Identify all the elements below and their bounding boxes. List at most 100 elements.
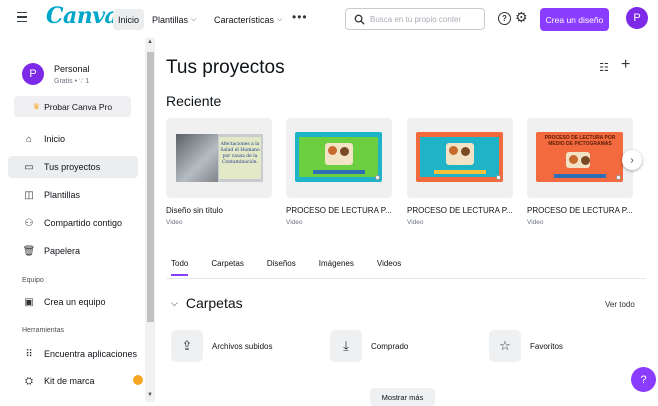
tab-videos[interactable]: Videos [377, 259, 401, 276]
tab-imagenes[interactable]: Imágenes [319, 259, 354, 276]
list-view-icon[interactable]: ☷ [599, 61, 609, 74]
select-circle-icon[interactable] [616, 175, 621, 180]
nav-inicio[interactable]: Inicio [113, 9, 145, 30]
design-thumbnail[interactable] [407, 118, 513, 198]
slide-background [420, 137, 499, 177]
team-icon: ▣ [24, 296, 34, 308]
crown-icon: ♛ [32, 102, 41, 111]
chevron-down-icon: ⌵ [277, 15, 283, 23]
tab-todo[interactable]: Todo [171, 259, 189, 276]
menu-icon[interactable] [17, 12, 27, 22]
slide-background [299, 137, 378, 177]
avatar[interactable]: P [626, 7, 648, 29]
filter-tabs: Todo Carpetas Diseños Imágenes Videos [171, 259, 424, 276]
nav-plantillas[interactable]: Plantillas ⌵ [147, 9, 201, 30]
sidebar-item-label: Tus proyectos [44, 162, 101, 172]
folder-label: Archivos subidos [212, 341, 273, 351]
sidebar-item-compartido[interactable]: ⚇ Compartido contigo [8, 212, 138, 234]
nav-caracteristicas-label: Características [214, 14, 275, 25]
slide-caption-bar [434, 170, 486, 174]
templates-icon: ◫ [24, 189, 34, 201]
chevron-down-icon: ⌵ [191, 15, 197, 23]
folder-item[interactable]: ☆ Favoritos [489, 330, 563, 362]
carousel-next-button[interactable]: › [622, 150, 642, 170]
design-card[interactable]: PROCESO DE LECTURA POR MEDIO DE PICTOGRA… [527, 118, 633, 226]
select-circle-icon[interactable] [496, 175, 501, 180]
card-title[interactable]: Diseño sin título [166, 206, 272, 215]
home-icon: ⌂ [25, 133, 33, 145]
canva-logo[interactable]: Canva [46, 3, 119, 29]
design-card[interactable]: PROCESO DE LECTURA P... Video [286, 118, 392, 226]
slide-caption-bar [313, 170, 365, 174]
page-title: Tus proyectos [166, 57, 285, 78]
sidebar-item-inicio[interactable]: ⌂ Inicio [8, 128, 138, 150]
profile-switcher[interactable]: P Personal Gratis • ∵ 1 [22, 63, 90, 85]
sidebar-item-tus-proyectos[interactable]: ▭ Tus proyectos [8, 156, 138, 178]
folders-section-toggle[interactable]: ⌵ Carpetas [171, 295, 243, 311]
chevron-down-icon: ⌵ [171, 297, 178, 308]
profile-avatar: P [22, 63, 44, 85]
slide-illustration [566, 152, 590, 168]
folder-item[interactable]: ⇪ Archivos subidos [171, 330, 272, 362]
search-box[interactable] [345, 8, 485, 30]
scroll-down-arrow-icon[interactable]: ▼ [147, 392, 153, 398]
profile-plan: Gratis • ∵ 1 [54, 77, 90, 85]
select-circle-icon[interactable] [375, 175, 380, 180]
card-title[interactable]: PROCESO DE LECTURA P... [527, 206, 633, 215]
brand-kit-icon: ⛭ [25, 375, 33, 387]
recent-heading: Reciente [166, 93, 222, 109]
question-icon: ? [640, 373, 647, 386]
nav-caracteristicas[interactable]: Características ⌵ [209, 9, 287, 30]
design-thumbnail[interactable]: Afectaciones a la Salud el Humano por ca… [166, 118, 272, 198]
card-type: Video [166, 219, 183, 226]
tab-disenos[interactable]: Diseños [267, 259, 296, 276]
view-all-link[interactable]: Ver todo [605, 300, 635, 309]
try-pro-button[interactable]: ♛ Probar Canva Pro [14, 96, 131, 117]
sidebar-item-label: Crea un equipo [44, 297, 106, 307]
shared-users-icon: ⚇ [24, 217, 34, 229]
top-bar: Canva Inicio Plantillas ⌵ Característica… [0, 0, 658, 38]
help-icon[interactable]: ? [498, 12, 511, 25]
card-type: Video [286, 219, 303, 226]
slide-illustration [325, 143, 353, 165]
sidebar-item-label: Encuentra aplicaciones [44, 349, 138, 359]
folder-icon: ▭ [24, 161, 34, 173]
sidebar-item-aplicaciones[interactable]: ⠿ Encuentra aplicaciones [8, 343, 138, 365]
sidebar-item-label: Papelera [44, 246, 81, 256]
slide-text: Afectaciones a la Salud el Humano por ca… [219, 137, 261, 179]
section-label-equipo: Equipo [22, 277, 44, 284]
slide-illustration [446, 143, 474, 165]
download-icon: ⤓ [330, 330, 362, 362]
folders-heading: Carpetas [185, 295, 243, 311]
card-type: Video [407, 219, 424, 226]
show-more-button[interactable]: Mostrar más [370, 388, 435, 406]
tabs-divider [166, 278, 646, 279]
design-card[interactable]: PROCESO DE LECTURA P... Video [407, 118, 513, 226]
profile-name: Personal [54, 63, 90, 74]
design-thumbnail[interactable] [286, 118, 392, 198]
sidebar-item-kit-marca[interactable]: ⛭ Kit de marca [8, 370, 138, 392]
scroll-up-arrow-icon[interactable]: ▲ [147, 39, 153, 45]
sidebar-item-plantillas[interactable]: ◫ Plantillas [8, 184, 138, 206]
pro-badge [133, 375, 143, 385]
upload-cloud-icon: ⇪ [171, 330, 203, 362]
add-icon[interactable]: + [621, 56, 630, 74]
gear-icon[interactable]: ⚙ [515, 9, 528, 26]
help-chat-button[interactable]: ? [631, 367, 656, 392]
create-design-button[interactable]: Crea un diseño [540, 8, 609, 31]
more-options-icon[interactable]: ••• [292, 10, 308, 24]
sidebar-scroll-thumb[interactable] [147, 52, 154, 322]
try-pro-label: Probar Canva Pro [44, 101, 113, 112]
slide-text: PROCESO DE LECTURA POR MEDIO DE PICTOGRA… [544, 135, 616, 147]
tab-carpetas[interactable]: Carpetas [211, 259, 243, 276]
folder-item[interactable]: ⤓ Comprado [330, 330, 408, 362]
card-type: Video [527, 219, 544, 226]
card-title[interactable]: PROCESO DE LECTURA P... [407, 206, 513, 215]
search-input[interactable] [370, 14, 482, 24]
sidebar-item-crea-equipo[interactable]: ▣ Crea un equipo [8, 291, 138, 313]
design-thumbnail[interactable]: PROCESO DE LECTURA POR MEDIO DE PICTOGRA… [527, 118, 633, 198]
design-card[interactable]: Afectaciones a la Salud el Humano por ca… [166, 118, 272, 226]
sidebar-item-papelera[interactable]: 🗑 Papelera [8, 240, 138, 262]
folder-label: Comprado [371, 341, 409, 351]
card-title[interactable]: PROCESO DE LECTURA P... [286, 206, 392, 215]
